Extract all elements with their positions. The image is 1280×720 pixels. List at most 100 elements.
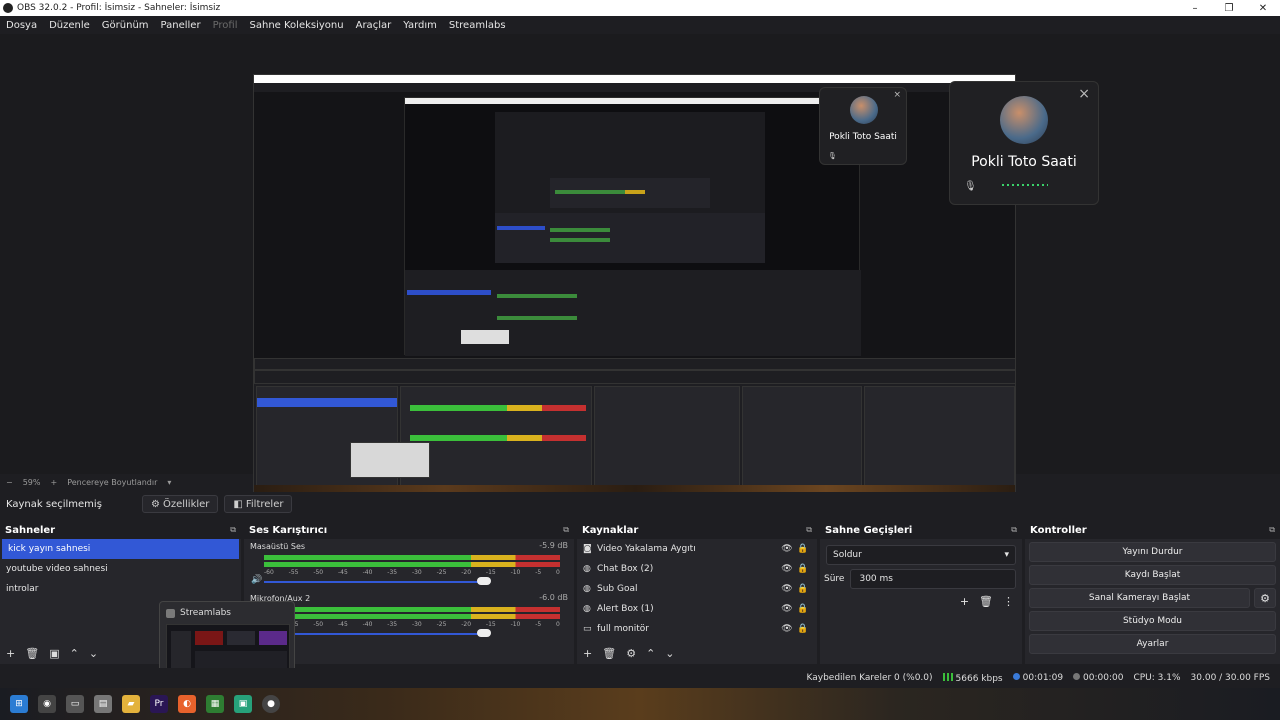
lock-icon[interactable]: 🔒	[795, 584, 811, 594]
source-item[interactable]: ◍ Chat Box (2) 👁 🔒	[577, 559, 817, 579]
properties-button[interactable]: ⚙ Özellikler	[142, 495, 219, 513]
menu-docks[interactable]: Paneller	[155, 20, 207, 31]
streamlabs-taskbar-icon[interactable]: ▣	[234, 695, 252, 713]
source-properties-button[interactable]: ⚙	[626, 647, 636, 660]
scene-item-kick[interactable]: kick yayın sahnesi	[2, 539, 239, 559]
duration-input[interactable]: 300 ms	[850, 569, 1016, 589]
move-scene-up-button[interactable]: ⌃	[70, 647, 79, 660]
menu-view[interactable]: Görünüm	[96, 20, 155, 31]
record-time-indicator: 00:00:00	[1073, 673, 1123, 683]
call-large-close-icon[interactable]: ×	[1078, 86, 1090, 102]
dock-float-icon[interactable]: ⧉	[1011, 525, 1017, 535]
close-button[interactable]: ✕	[1246, 3, 1280, 14]
source-item[interactable]: ▭ full monitör 👁 🔒	[577, 619, 817, 639]
file-explorer-icon[interactable]: ▰	[122, 695, 140, 713]
windows-taskbar: ⊞ ◉ ▭ ▤ ▰ Pr ◐ ▦ ▣ ●	[0, 688, 1280, 720]
controls-dock: Kontroller ⧉ Yayını Durdur Kaydı Başlat S…	[1025, 521, 1280, 664]
eye-icon[interactable]: 👁	[779, 584, 795, 594]
call-small-mic-icon[interactable]: 🎙	[828, 152, 837, 160]
dropped-frames: Kaybedilen Kareler 0 (%0.0)	[806, 673, 933, 683]
studio-mode-button[interactable]: Stüdyo Modu	[1029, 611, 1276, 631]
premiere-pro-icon[interactable]: Pr	[150, 695, 168, 713]
spreadsheet-icon[interactable]: ▦	[206, 695, 224, 713]
windows-start-icon[interactable]: ⊞	[10, 695, 28, 713]
source-item[interactable]: ◍ Alert Box (1) 👁 🔒	[577, 599, 817, 619]
move-source-up-button[interactable]: ⌃	[646, 647, 655, 660]
source-item[interactable]: ◍ Sub Goal 👁 🔒	[577, 579, 817, 599]
eye-icon[interactable]: 👁	[779, 624, 795, 634]
inner-titlebar	[405, 98, 859, 104]
duration-label: Süre	[824, 574, 845, 584]
move-source-down-button[interactable]: ⌄	[665, 647, 674, 660]
filters-button[interactable]: ◧ Filtreler	[224, 495, 293, 513]
lock-icon[interactable]: 🔒	[795, 624, 811, 634]
transition-value: Soldur	[833, 550, 862, 560]
lock-icon[interactable]: 🔒	[795, 544, 811, 554]
volume-fader-handle[interactable]	[477, 577, 491, 585]
move-scene-down-button[interactable]: ⌄	[89, 647, 98, 660]
eye-icon[interactable]: 👁	[779, 564, 795, 574]
call-small-close-icon[interactable]: ×	[893, 90, 901, 100]
scene-filters-button[interactable]: ▣	[49, 647, 59, 660]
filter-icon: ◧	[233, 498, 243, 510]
remove-transition-button[interactable]: 🗑	[979, 595, 993, 608]
menu-scene-collection[interactable]: Sahne Koleksiyonu	[244, 20, 350, 31]
globe-icon: ◍	[583, 564, 591, 574]
start-virtual-camera-button[interactable]: Sanal Kamerayı Başlat	[1029, 588, 1250, 608]
menu-edit[interactable]: Düzenle	[43, 20, 96, 31]
call-window-large[interactable]: × Pokli Toto Saati 🎙	[949, 81, 1099, 205]
menu-profile[interactable]: Profil	[207, 20, 244, 31]
mixer-channel-desktop: Masaüstü Ses -5.9 dB -60 -55 -50 -45 -40 -35-…	[248, 539, 570, 591]
source-name: full monitör	[597, 624, 649, 634]
app-taskbar-icon[interactable]: ●	[262, 695, 280, 713]
channel-db: -5.9 dB	[539, 541, 568, 550]
dock-float-icon[interactable]: ⧉	[230, 525, 236, 535]
call-large-mic-icon[interactable]: 🎙	[964, 181, 977, 192]
scale-mode-dropdown-icon[interactable]: ▾	[167, 478, 171, 487]
signal-bars-icon	[942, 672, 953, 681]
scale-mode[interactable]: Pencereye Boyutlandır	[67, 478, 157, 487]
menu-streamlabs[interactable]: Streamlabs	[443, 20, 512, 31]
zoom-out-button[interactable]: −	[6, 478, 13, 487]
lock-icon[interactable]: 🔒	[795, 564, 811, 574]
volume-fader-handle[interactable]	[477, 629, 491, 637]
remove-scene-button[interactable]: 🗑	[25, 647, 39, 660]
call-window-small[interactable]: × Pokli Toto Saati 🎙	[819, 87, 907, 165]
inner-bottom-meter	[497, 294, 577, 298]
start-record-button[interactable]: Kaydı Başlat	[1029, 565, 1276, 585]
scale-tick: -50	[313, 621, 324, 628]
stop-stream-button[interactable]: Yayını Durdur	[1029, 542, 1276, 562]
add-scene-button[interactable]: +	[6, 647, 15, 660]
add-transition-button[interactable]: +	[960, 595, 969, 608]
scale-tick: -35	[387, 569, 398, 576]
scene-item-youtube[interactable]: youtube video sahnesi	[0, 559, 241, 579]
obs-taskbar-icon[interactable]: ◉	[38, 695, 56, 713]
eye-icon[interactable]: 👁	[779, 604, 795, 614]
gear-icon[interactable]: ⚙	[1254, 588, 1276, 608]
source-item[interactable]: ◙ Video Yakalama Aygıtı 👁 🔒	[577, 539, 817, 559]
zoom-in-button[interactable]: +	[50, 478, 57, 487]
settings-button[interactable]: Ayarlar	[1029, 634, 1276, 654]
minimize-button[interactable]: –	[1178, 3, 1212, 14]
notepad-icon[interactable]: ▤	[94, 695, 112, 713]
lock-icon[interactable]: 🔒	[795, 604, 811, 614]
menu-help[interactable]: Yardım	[397, 20, 443, 31]
transition-select[interactable]: Soldur ▾	[826, 545, 1016, 565]
volume-fader[interactable]	[264, 581, 484, 583]
scene-item-introlar[interactable]: introlar	[0, 579, 241, 599]
menu-tools[interactable]: Araçlar	[350, 20, 398, 31]
dock-float-icon[interactable]: ⧉	[806, 525, 812, 535]
transition-menu-button[interactable]: ⋮	[1003, 595, 1014, 608]
speaker-icon[interactable]: 🔊	[251, 575, 262, 585]
dock-float-icon[interactable]: ⧉	[563, 525, 569, 535]
firefox-icon[interactable]: ◐	[178, 695, 196, 713]
maximize-button[interactable]: ❐	[1212, 3, 1246, 14]
dock-float-icon[interactable]: ⧉	[1269, 525, 1275, 535]
task-view-icon[interactable]: ▭	[66, 695, 84, 713]
volume-fader[interactable]	[264, 633, 484, 635]
menu-file[interactable]: Dosya	[0, 20, 43, 31]
preview-area[interactable]: × Pokli Toto Saati 🎙 × Pokli Toto Saati …	[0, 34, 1280, 501]
remove-source-button[interactable]: 🗑	[602, 647, 616, 660]
add-source-button[interactable]: +	[583, 647, 592, 660]
eye-icon[interactable]: 👁	[779, 544, 795, 554]
